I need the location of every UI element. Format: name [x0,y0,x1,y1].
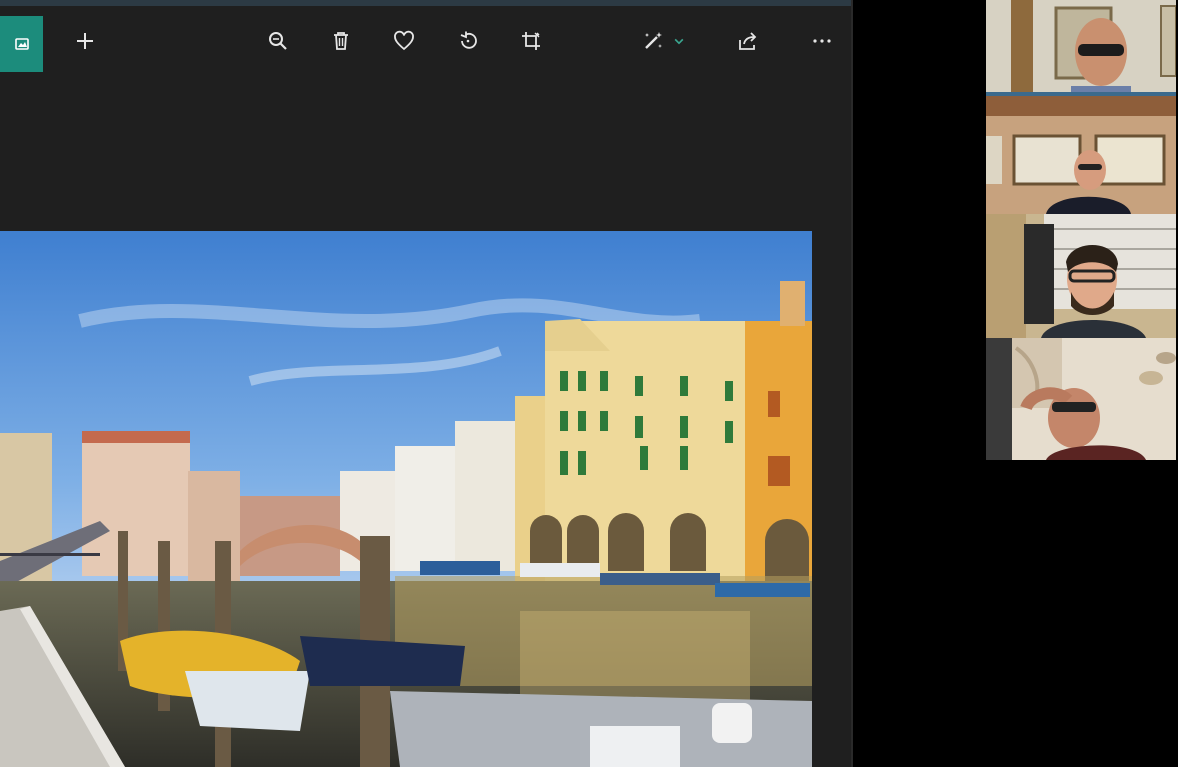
photo-edit-icon [14,38,29,50]
plus-icon [77,33,93,49]
chevron-down-icon [674,38,684,45]
toolbar [0,6,853,76]
magic-wand-icon [645,32,662,49]
rotate-icon [460,31,477,49]
delete-button[interactable] [324,24,358,58]
more-icon [813,39,831,43]
crop-icon [522,32,540,50]
participant-tile-1[interactable] [986,0,1176,96]
more-button[interactable] [805,24,839,58]
enhance-button[interactable] [636,24,670,58]
share-icon [739,32,757,50]
crop-button[interactable] [514,24,548,58]
rotate-button[interactable] [451,24,485,58]
trash-icon [334,32,348,50]
zoom-icon [269,32,287,50]
share-button[interactable] [731,24,765,58]
favorite-button[interactable] [387,24,421,58]
participant-tile-3[interactable] [986,214,1176,338]
call-background [853,460,1178,767]
enhance-dropdown[interactable] [668,24,690,58]
participant-tile-4[interactable] [986,338,1176,460]
zoom-button[interactable] [261,24,295,58]
heart-icon [394,30,414,51]
participant-tile-2[interactable] [986,96,1176,214]
canal-town-photo [0,231,812,767]
participant-gallery [984,0,1178,460]
add-button[interactable] [68,24,102,58]
edit-photo-button[interactable] [0,16,43,72]
photo-viewer-window [0,0,853,767]
glasses [1078,44,1124,56]
